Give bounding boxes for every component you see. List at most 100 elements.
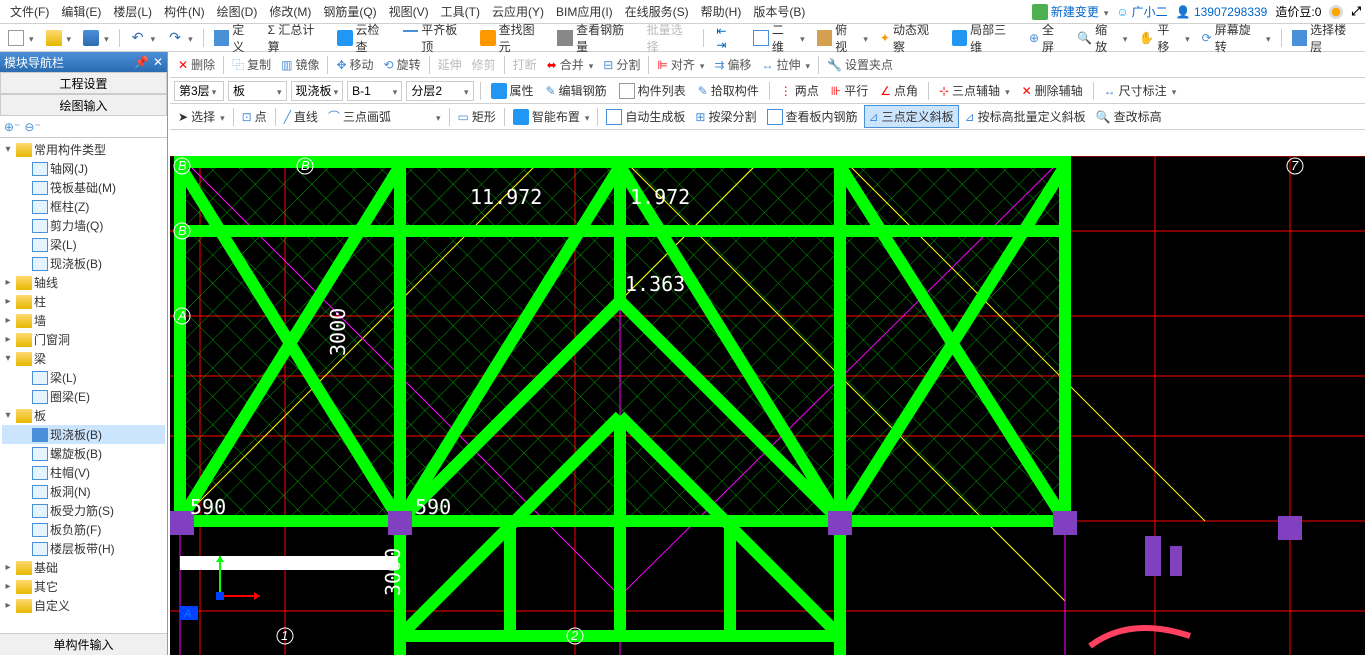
redo-button[interactable] (163, 28, 197, 48)
tree-shear-wall[interactable]: 剪力墙(Q) (2, 216, 165, 235)
view-rebar-button[interactable]: 查看钢筋量 (553, 19, 638, 57)
copy-button[interactable]: ⿻复制 (228, 54, 275, 75)
view-board-rebar-button[interactable]: 查看板内钢筋 (763, 106, 862, 127)
dynamic-button[interactable]: ✦动态观察 (876, 19, 944, 57)
stretch-button[interactable]: ↔拉伸 (757, 54, 814, 75)
dim-label-button[interactable]: ↔尺寸标注 (1100, 80, 1181, 101)
trim-button[interactable]: 修剪 (468, 54, 500, 75)
delete-button[interactable]: ✕删除 (174, 54, 219, 75)
project-settings-section[interactable]: 工程设置 (0, 72, 167, 94)
nav-buttons[interactable]: ⇤ ⇥ (716, 24, 739, 52)
batch-slant-button[interactable]: ⊿按标高批量定义斜板 (961, 106, 1090, 127)
flat-top-button[interactable]: 平齐板顶 (399, 19, 472, 57)
tree-floor-strip[interactable]: 楼层板带(H) (2, 539, 165, 558)
2d-button[interactable]: 二维 (749, 19, 808, 57)
batch-select-button[interactable]: 批量选择 (643, 19, 698, 57)
new-button[interactable] (4, 28, 38, 48)
three-point-slant-button[interactable]: ⊿三点定义斜板 (864, 105, 959, 128)
tree-axis-net[interactable]: 轴网(J) (2, 159, 165, 178)
cloud-check-button[interactable]: 云检查 (333, 19, 395, 57)
tree-ring-beam[interactable]: 圈梁(E) (2, 387, 165, 406)
menu-help[interactable]: 帮助(H) (695, 1, 748, 22)
tree-board-rebar[interactable]: 板受力筋(S) (2, 501, 165, 520)
expand-icon[interactable]: ⤢ (1351, 4, 1361, 19)
select-floor-button[interactable]: 选择楼层 (1288, 19, 1361, 57)
tree-column-cap[interactable]: 柱帽(V) (2, 463, 165, 482)
open-button[interactable] (42, 28, 76, 48)
tree-door-window[interactable]: ▸门窗洞 (2, 330, 165, 349)
tree-board-hole[interactable]: 板洞(N) (2, 482, 165, 501)
tree-common-types[interactable]: ▾常用构件类型 (2, 140, 165, 159)
tree-wall[interactable]: ▸墙 (2, 311, 165, 330)
three-point-aux-button[interactable]: ⊹三点辅轴 (935, 80, 1014, 101)
mirror-button[interactable]: ▥镜像 (277, 54, 323, 75)
auto-gen-button[interactable]: 自动生成板 (602, 106, 689, 127)
menu-component[interactable]: 构件(N) (158, 1, 211, 22)
sum-calc-button[interactable]: Σ 汇总计算 (264, 19, 329, 57)
tree-cast-board-b[interactable]: 现浇板(B) (2, 425, 165, 444)
align-button[interactable]: ⊫对齐 (653, 54, 708, 75)
point-angle-button[interactable]: ∠点角 (876, 80, 922, 101)
tree-beam[interactable]: 梁(L) (2, 235, 165, 254)
tree-board-neg-rebar[interactable]: 板负筋(F) (2, 520, 165, 539)
tree-raft[interactable]: 筏板基础(M) (2, 178, 165, 197)
edit-rebar-button[interactable]: ✎编辑钢筋 (542, 80, 611, 101)
delete-aux-button[interactable]: ✕删除辅轴 (1018, 80, 1087, 101)
comp-list-button[interactable]: 构件列表 (615, 80, 690, 101)
overlook-button[interactable]: 俯视 (813, 19, 872, 57)
offset-button[interactable]: ⇉偏移 (710, 54, 755, 75)
layer-select[interactable]: 分层2 (406, 81, 473, 101)
line-button[interactable]: ╱直线 (280, 106, 322, 127)
pan-button[interactable]: ✋平移 (1135, 19, 1193, 57)
tree-beam-l[interactable]: 梁(L) (2, 368, 165, 387)
define-button[interactable]: 定义 (210, 19, 260, 57)
fullscreen-button[interactable]: ⊕全屏 (1025, 19, 1069, 57)
collapse-all-icon[interactable]: ⊖⁻ (24, 120, 40, 134)
split-button[interactable]: ⊟分割 (599, 54, 644, 75)
new-change-button[interactable]: 新建变更 (1032, 3, 1109, 20)
point-button[interactable]: ⊡点 (238, 106, 271, 127)
single-component-tab[interactable]: 单构件输入 (0, 633, 167, 655)
pin-icon[interactable]: 📌 (134, 55, 149, 69)
menu-floor[interactable]: 楼层(L) (107, 1, 158, 22)
undo-button[interactable] (126, 28, 160, 48)
tree-spiral-board[interactable]: 螺旋板(B) (2, 444, 165, 463)
set-grip-button[interactable]: 🔧设置夹点 (823, 54, 897, 75)
tree-axis[interactable]: ▸轴线 (2, 273, 165, 292)
type-select[interactable]: 现浇板 (291, 81, 344, 101)
category-select[interactable]: 板 (228, 81, 287, 101)
select-button[interactable]: ➤选择 (174, 106, 229, 127)
menu-file[interactable]: 文件(F) (4, 1, 55, 22)
tree-frame-column[interactable]: 框柱(Z) (2, 197, 165, 216)
smart-layout-button[interactable]: 智能布置 (509, 106, 594, 127)
rotate-button[interactable]: ⟲旋转 (380, 54, 425, 75)
pick-comp-button[interactable]: ✎拾取构件 (694, 80, 763, 101)
save-button[interactable] (79, 28, 113, 48)
view-mod-elev-button[interactable]: 🔍查改标高 (1092, 106, 1166, 127)
rect-button[interactable]: ▭矩形 (454, 106, 500, 127)
tree-custom[interactable]: ▸自定义 (2, 596, 165, 615)
split-by-beam-button[interactable]: ⊞按梁分割 (691, 106, 760, 127)
name-select[interactable]: B-1 (347, 81, 402, 101)
notification-icon[interactable] (1329, 5, 1343, 19)
menu-edit[interactable]: 编辑(E) (55, 1, 107, 22)
screen-rotate-button[interactable]: ⟳屏幕旋转 (1198, 19, 1275, 57)
break-button[interactable]: 打断 (509, 54, 541, 75)
tree-board-folder[interactable]: ▾板 (2, 406, 165, 425)
local3d-button[interactable]: 局部三维 (948, 19, 1021, 57)
zoom-button[interactable]: 🔍缩放 (1073, 19, 1131, 57)
tree-cast-board[interactable]: 现浇板(B) (2, 254, 165, 273)
merge-button[interactable]: ⬌合并 (543, 54, 598, 75)
move-button[interactable]: ✥移动 (332, 54, 377, 75)
attribute-button[interactable]: 属性 (487, 80, 538, 101)
tree-cad-recog[interactable]: ▸CAD识别 NEW (2, 615, 165, 618)
expand-all-icon[interactable]: ⊕⁻ (4, 120, 20, 134)
floor-select[interactable]: 第3层 (174, 81, 224, 101)
draw-input-section[interactable]: 绘图输入 (0, 94, 167, 116)
user-phone[interactable]: 👤 13907298339 (1176, 5, 1268, 19)
tree-beam-folder[interactable]: ▾梁 (2, 349, 165, 368)
tree-foundation[interactable]: ▸基础 (2, 558, 165, 577)
arc-button[interactable]: ⌒三点画弧 (324, 106, 445, 127)
helper-button[interactable]: ☺广小二 (1116, 3, 1167, 20)
parallel-button[interactable]: ⊪平行 (827, 80, 872, 101)
